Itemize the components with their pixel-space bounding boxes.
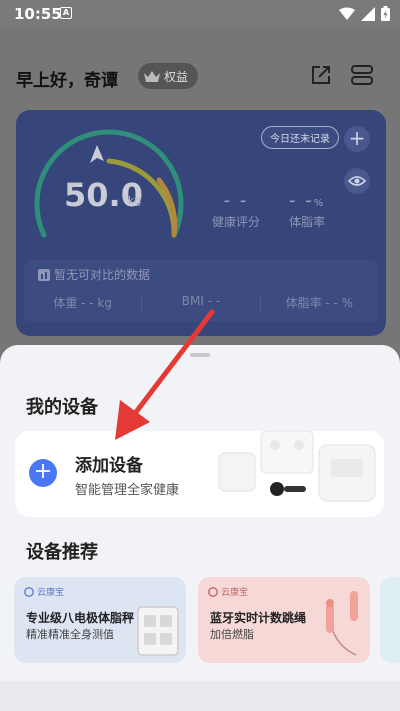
compare-bmi: BMI - - [142, 294, 261, 311]
body-fat-label: 体脂率 [289, 215, 326, 229]
jump-rope-image [326, 591, 358, 656]
compare-box: 暂无可对比的数据 体重 - - kg BMI - - 体脂率 - - % [24, 260, 378, 322]
brand-label: 云康宝 [208, 585, 248, 598]
wifi-icon [339, 7, 355, 20]
add-device-icon: + [29, 459, 57, 487]
notification-a-icon: A [60, 7, 72, 19]
share-icon[interactable] [310, 64, 332, 86]
health-score-value: - - [223, 190, 249, 211]
body-data-card[interactable]: 50.0 kg 今日还未记录 + - - 健康评分 - -% 体脂率 暂无可对比… [16, 110, 386, 336]
recommend-title: 设备推荐 [26, 542, 98, 563]
weight-unit: kg [128, 194, 142, 207]
recommend-card-next[interactable] [380, 577, 400, 663]
brand-label: 云康宝 [24, 585, 64, 598]
body-fat-metric: - -% 体脂率 [289, 190, 325, 230]
recommend-desc: 加倍燃脂 [210, 628, 254, 641]
compare-fat: 体脂率 - - % [285, 296, 354, 310]
device-bottom-sheet: 我的设备 + 添加设备 智能管理全家健康 设备推荐 云康宝 专业级八电极体脂秤 … [0, 345, 400, 711]
status-bar: 10:55 A [0, 0, 400, 28]
recommend-desc: 精准精准全身测值 [26, 628, 114, 641]
recommend-card-scale[interactable]: 云康宝 专业级八电极体脂秤 精准精准全身测值 [14, 577, 186, 663]
today-record-button[interactable]: 今日还未记录 [261, 126, 339, 149]
rights-label: 权益 [164, 69, 189, 84]
battery-icon [381, 6, 390, 21]
body-fat-value: - -% [289, 190, 326, 211]
greeting-text: 早上好，奇谭 [16, 71, 118, 91]
brand-logo-icon [208, 586, 218, 597]
visibility-toggle[interactable] [344, 168, 370, 194]
compare-row: 体重 - - kg BMI - - 体脂率 - - % [24, 294, 378, 311]
recommend-name: 蓝牙实时计数跳绳 [210, 611, 307, 625]
status-icons [339, 6, 390, 21]
scale-product-image [137, 606, 179, 656]
add-device-title: 添加设备 [75, 456, 143, 476]
health-score-label: 健康评分 [212, 215, 261, 229]
compare-weight: 体重 - - kg [24, 294, 143, 311]
rights-badge[interactable]: 权益 [138, 63, 199, 89]
add-record-icon[interactable]: + [344, 126, 370, 152]
eye-icon [347, 176, 367, 186]
dimmed-background: 早上好，奇谭 权益 50.0 kg 今日还未记录 + - - 健康评分 - -%… [0, 28, 400, 358]
signal-icon [361, 6, 375, 21]
status-time: 10:55 [14, 5, 62, 23]
compare-title: 暂无可对比的数据 [38, 266, 150, 283]
recommend-name: 专业级八电极体脂秤 [26, 611, 135, 625]
add-device-subtitle: 智能管理全家健康 [75, 483, 180, 498]
chart-icon [38, 268, 50, 281]
sheet-bottom-bar [0, 681, 400, 711]
my-devices-title: 我的设备 [26, 397, 98, 418]
add-device-card[interactable]: + 添加设备 智能管理全家健康 [15, 431, 384, 517]
brand-logo-icon [24, 586, 34, 597]
health-score-metric: - - 健康评分 [212, 190, 260, 230]
crown-icon [144, 71, 160, 82]
device-illustration [218, 431, 376, 502]
recommend-card-rope[interactable]: 云康宝 蓝牙实时计数跳绳 加倍燃脂 [198, 577, 370, 663]
sheet-handle[interactable] [190, 353, 210, 357]
menu-icon[interactable] [350, 64, 374, 86]
